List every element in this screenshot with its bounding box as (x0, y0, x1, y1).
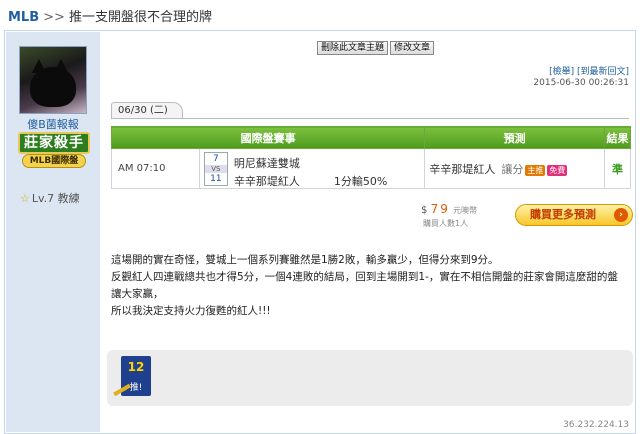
post-main: 刪除此文章主題 修改文章 [檢舉] [到最新回文] 2015-06-30 00:2… (101, 32, 635, 432)
predicted-team: 辛辛那堤紅人 (429, 162, 496, 176)
table-header-row: 國際盤賽事 預測 結果 (110, 126, 631, 149)
author-panel: 傻B菌報報 莊家殺手 MLB國際盤 ☆ Lv.7 教練 (6, 32, 100, 432)
price-unit: 元噢幣 (453, 206, 478, 215)
post-content: 這場開的實在奇怪，雙城上一個系列賽雖然是1勝2敗，輸多贏少，但得分來到9分。 反… (111, 252, 627, 320)
result-cell: 準 (604, 148, 631, 189)
star-icon: ☆ (20, 192, 30, 205)
signature-area: 12 推! (107, 350, 633, 406)
content-paragraph: 反觀紅人四連戰總共也才得5分，一個4連敗的結局，回到主場開到1-，實在不相信開盤… (111, 271, 618, 300)
breadcrumb-topic: 推一支開盤很不合理的牌 (68, 10, 212, 25)
breadcrumb: MLB >> 推一支開盤很不合理的牌 (8, 6, 212, 25)
buy-more-label: 購買更多預測 (530, 208, 596, 221)
team-away: 明尼蘇達雙城 (233, 157, 300, 170)
price: $ 79 元噢幣 (421, 202, 477, 216)
header-result: 結果 (604, 126, 631, 149)
author-name[interactable]: 傻B菌報報 (6, 116, 100, 132)
author-level: ☆ Lv.7 教練 (20, 190, 80, 206)
post-toolbar: 刪除此文章主題 修改文章 (317, 40, 436, 55)
breadcrumb-section[interactable]: MLB (8, 10, 39, 25)
tab-divider (111, 118, 629, 119)
price-currency: $ (421, 205, 428, 216)
prediction-type: 讓分 (501, 162, 524, 176)
buy-more-button[interactable]: 購買更多預測 › (515, 204, 633, 226)
push-count: 12 (127, 360, 145, 374)
arrow-right-icon: › (614, 208, 628, 222)
report-link[interactable]: [檢舉] (549, 67, 574, 77)
delete-topic-button[interactable]: 刪除此文章主題 (317, 41, 389, 55)
content-paragraph: 所以我決定支持火力復甦的紅人!!! (111, 305, 271, 317)
game-time: AM 07:10 (111, 148, 200, 189)
push-badge[interactable]: 12 推! (113, 356, 151, 397)
date-tab[interactable]: 06/30 (二) (111, 102, 183, 118)
table-row: AM 07:10 7 VS 11 明尼蘇達雙城 辛辛那堤紅人 1分輸50% 辛辛… (111, 148, 631, 189)
game-cell: 7 VS 11 明尼蘇達雙城 辛辛那堤紅人 1分輸50% (198, 148, 426, 189)
latest-reply-link[interactable]: [到最新回文] (577, 67, 629, 77)
author-level-text: Lv.7 教練 (31, 192, 80, 205)
post-frame: 傻B菌報報 莊家殺手 MLB國際盤 ☆ Lv.7 教練 刪除此文章主題 修改文章 [… (4, 30, 636, 434)
header-prediction: 預測 (424, 126, 605, 149)
price-value: 79 (430, 202, 450, 216)
post-time: 2015-06-30 00:26:31 (533, 78, 629, 88)
medal-title: 莊家殺手 (18, 132, 90, 154)
edit-post-button[interactable]: 修改文章 (390, 41, 435, 55)
vs-label: VS (204, 165, 227, 173)
post-links: [檢舉] [到最新回文] (549, 64, 629, 77)
poster-ip: 36.232.224.13 (563, 420, 629, 430)
author-medal: 莊家殺手 MLB國際盤 (18, 132, 90, 174)
header-game: 國際盤賽事 (110, 126, 426, 149)
prediction-cell: 辛辛那堤紅人 讓分 主推 免費 (424, 148, 605, 189)
score-home: 11 (210, 174, 222, 184)
prediction-table: 國際盤賽事 預測 結果 AM 07:10 7 VS 11 明尼蘇達雙城 辛辛那堤… (110, 126, 631, 189)
buyer-count: 購買人數1人 (423, 219, 469, 228)
team-home: 辛辛那堤紅人 (233, 175, 300, 188)
free-badge: 免費 (547, 164, 568, 176)
handicap: 1分輸50% (333, 175, 388, 188)
avatar[interactable] (19, 46, 87, 114)
main-pick-badge: 主推 (525, 164, 546, 176)
score-box: 7 VS 11 (203, 152, 228, 186)
breadcrumb-separator: >> (43, 10, 65, 25)
medal-subtitle: MLB國際盤 (22, 154, 86, 168)
content-paragraph: 這場開的實在奇怪，雙城上一個系列賽雖然是1勝2敗，輸多贏少，但得分來到9分。 (111, 254, 499, 266)
score-away: 7 (213, 154, 219, 164)
